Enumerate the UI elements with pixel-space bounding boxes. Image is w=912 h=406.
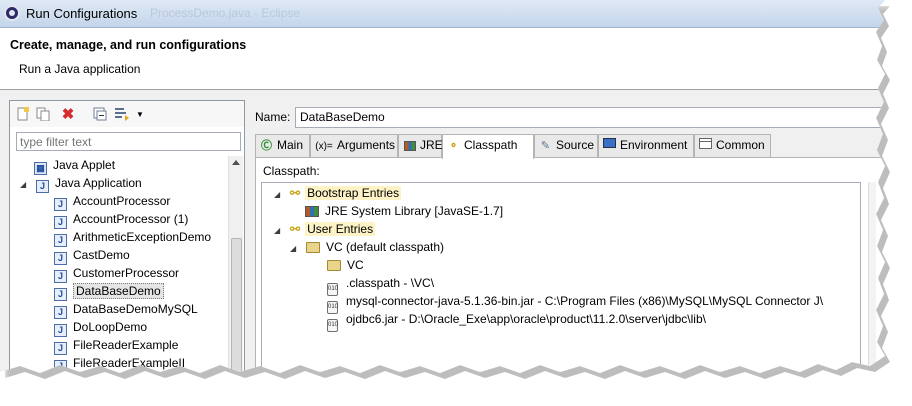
run-configurations-dialog: Run Configurations ProcessDemo.java - Ec… [0, 0, 885, 373]
classpath-label: Classpath: [263, 164, 320, 178]
tree-item-config-selected[interactable]: J DataBaseDemo [54, 282, 164, 301]
tree-item-config[interactable]: J DataBaseDemoMySQL [54, 300, 198, 319]
new-launch-config-icon[interactable] [15, 106, 31, 122]
classpath-tab-content: Classpath: ◢ ⚯ Bootstrap Entries JRE Syste… [255, 157, 885, 373]
arguments-tab-icon: (x)= [315, 141, 333, 152]
tab-main[interactable]: Ⓒ Main [255, 134, 310, 157]
entries-icon: ⚯ [290, 186, 301, 200]
name-input[interactable]: DataBaseDemo [295, 107, 885, 128]
library-icon [305, 206, 319, 217]
classpath-tab-icon: ⚬ [448, 140, 459, 152]
classpath-entry-file[interactable]: 010 .classpath - \VC\ [327, 274, 434, 296]
dialog-title: Create, manage, and run configurations [10, 38, 247, 52]
tree-item-config[interactable]: JFileReaderExampleII [54, 354, 185, 373]
config-toolbar: ✖ ▼ [10, 101, 244, 127]
filter-icon[interactable] [114, 106, 130, 122]
classpath-entry-user[interactable]: ◢ ⚯ User Entries [274, 220, 376, 240]
java-app-icon: J [36, 180, 49, 193]
title-bar[interactable]: Run Configurations ProcessDemo.java - Ec… [0, 0, 885, 28]
delete-icon[interactable]: ✖ [60, 106, 76, 123]
project-folder-icon [306, 242, 320, 253]
common-tab-icon [698, 136, 713, 157]
tab-classpath[interactable]: ⚬ Classpath [442, 134, 534, 159]
expand-arrow-icon[interactable]: ◢ [274, 222, 284, 240]
name-label: Name: [255, 110, 291, 124]
tree-item-config[interactable]: J CastDemo [54, 246, 130, 265]
classpath-entry-jre-library[interactable]: JRE System Library [JavaSE-1.7] [305, 202, 503, 220]
tree-item-config[interactable]: J ArithmeticExceptionDemo [54, 228, 211, 247]
classpath-tree: ◢ ⚯ Bootstrap Entries JRE System Library [… [261, 182, 861, 373]
tree-item-config[interactable]: J AccountProcessor (1) [54, 210, 188, 229]
duplicate-icon[interactable] [35, 106, 51, 122]
jar-icon: 010 [327, 319, 338, 332]
tree-scrollbar[interactable] [228, 156, 243, 373]
tab-environment[interactable]: Environment [598, 134, 694, 157]
button-column-edge [868, 182, 876, 373]
dropdown-arrow-icon[interactable]: ▼ [132, 106, 148, 122]
tab-source[interactable]: ✎ Source [534, 134, 598, 157]
tab-arguments[interactable]: (x)= Arguments [310, 134, 398, 157]
classpath-entry-jar[interactable]: 010 ojdbc6.jar - D:\Oracle_Exe\app\oracle… [327, 310, 706, 332]
environment-tab-icon [602, 136, 617, 157]
dialog-header: Create, manage, and run configurations R… [0, 28, 885, 90]
tree-item-config[interactable]: J AccountProcessor [54, 192, 170, 211]
eclipse-icon [4, 5, 20, 21]
collapse-all-icon[interactable] [92, 106, 108, 122]
folder-icon [327, 260, 341, 271]
filter-input[interactable] [16, 132, 241, 151]
config-list-panel: ✖ ▼ ▦Java Applet ◢JJava Application JAcc… [9, 100, 245, 373]
expand-arrow-icon[interactable]: ◢ [20, 176, 30, 194]
scroll-up-icon[interactable] [232, 160, 240, 165]
classpath-entry-folder[interactable]: VC [327, 256, 364, 274]
classpath-entry-bootstrap[interactable]: ◢ ⚯ Bootstrap Entries [274, 184, 402, 204]
jre-tab-icon [402, 136, 417, 157]
entries-icon: ⚯ [290, 222, 301, 236]
main-tab-icon: Ⓒ [261, 140, 272, 152]
config-tabs: Ⓒ Main (x)= Arguments JRE ⚬ Classpath ✎ Sour… [255, 134, 885, 159]
tree-item-config[interactable]: J FileReaderExample [54, 336, 178, 355]
tree-item-java-applet[interactable]: ▦ Java Applet [34, 156, 115, 175]
tree-item-config[interactable]: J DoLoopDemo [54, 318, 147, 337]
tree-item-config[interactable]: J CustomerProcessor [54, 264, 179, 283]
window-title: Run Configurations [26, 6, 138, 21]
expand-arrow-icon[interactable]: ◢ [290, 240, 300, 258]
classpath-entry-project[interactable]: ◢ VC (default classpath) [290, 238, 444, 256]
background-window-title: ProcessDemo.java - Eclipse [150, 6, 301, 20]
tab-common[interactable]: Common [694, 134, 771, 157]
tab-jre[interactable]: JRE [398, 134, 443, 157]
tree-item-java-application[interactable]: ◢ J Java Application [20, 174, 142, 194]
source-tab-icon: ✎ [540, 140, 551, 152]
dialog-subtitle: Run a Java application [19, 62, 141, 76]
scrollbar-thumb[interactable] [231, 238, 242, 373]
classpath-entry-jar[interactable]: 010 mysql-connector-java-5.1.36-bin.jar -… [327, 292, 823, 314]
expand-arrow-icon[interactable]: ◢ [274, 186, 284, 204]
